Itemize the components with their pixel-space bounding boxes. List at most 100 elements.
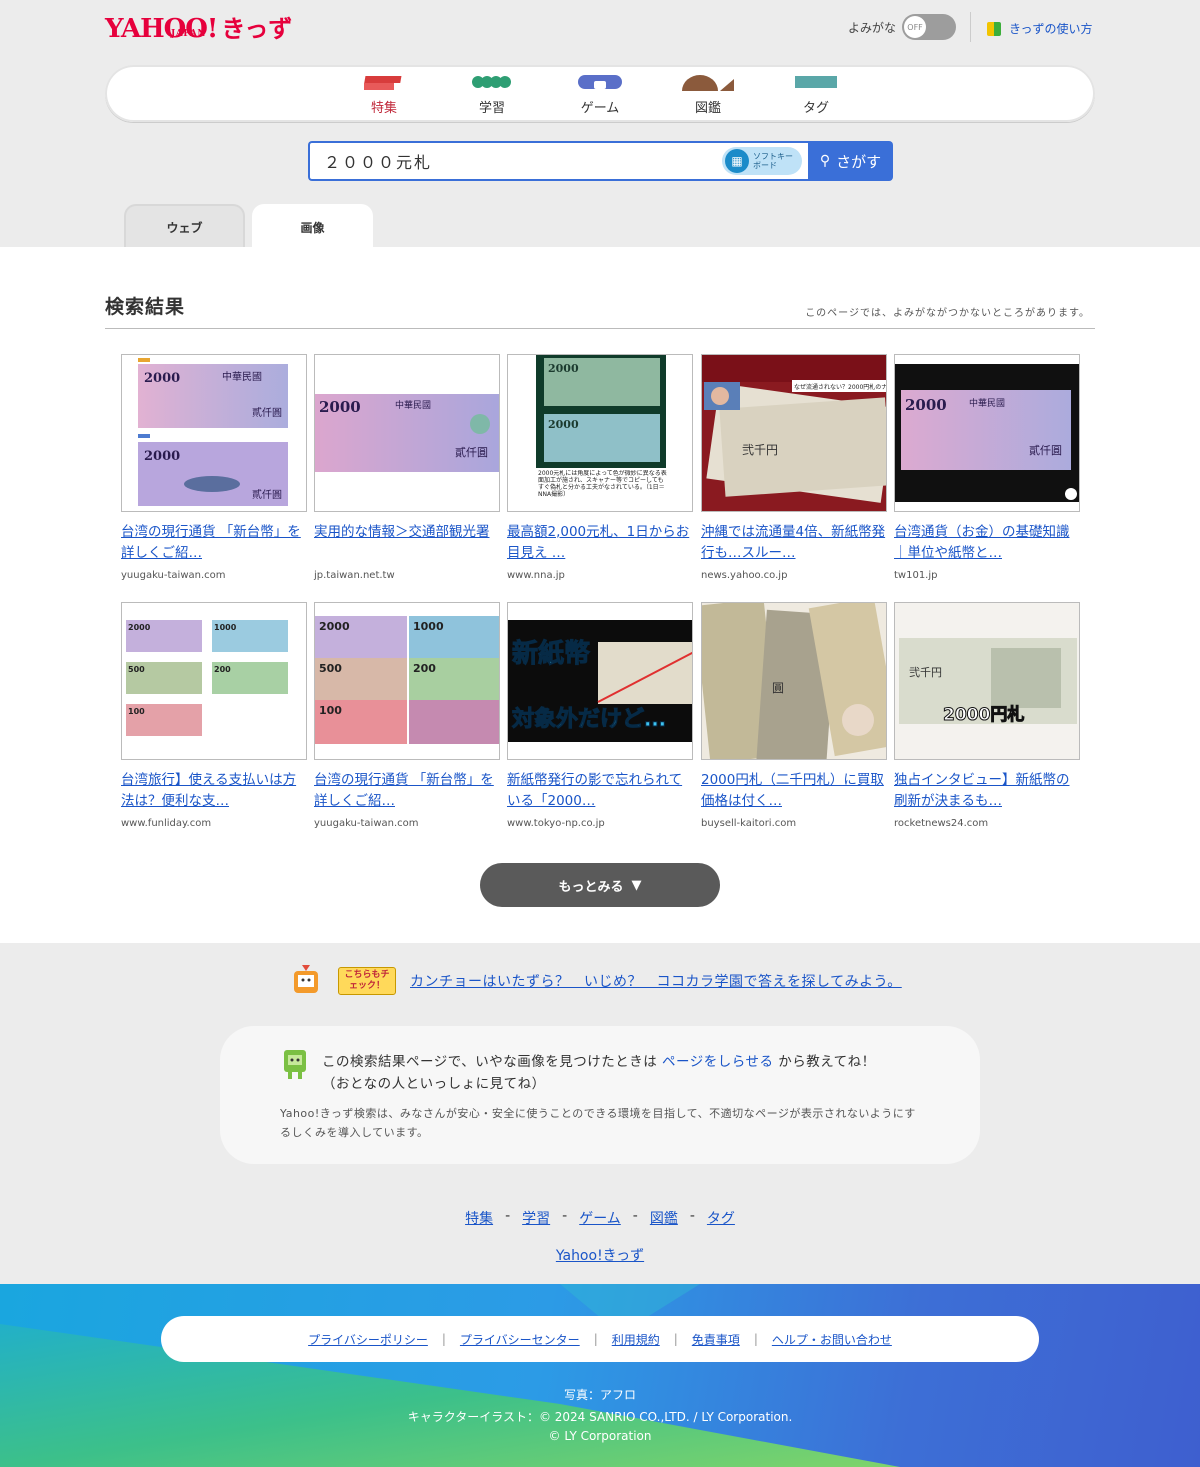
result-thumbnail[interactable]: 新紙幣 対象外だけど… <box>507 602 693 760</box>
search-icon: ⚲ <box>819 153 831 169</box>
results-yomigana-note: このページでは、よみがながつかないところがあります。 <box>805 308 1090 319</box>
result-title-link[interactable]: 沖縄では流通量4倍、新紙幣発行も…スルー… <box>701 522 887 564</box>
footer-separator: - <box>562 1208 568 1224</box>
disclaimer-link[interactable]: 免責事項 <box>692 1331 740 1348</box>
footer-link-game[interactable]: ゲーム <box>579 1208 621 1228</box>
report-page-link[interactable]: ページをしらせる <box>662 1054 773 1070</box>
header-divider <box>970 12 971 42</box>
footer-link-gakushu[interactable]: 学習 <box>522 1208 550 1228</box>
howto-link[interactable]: きっずの使い方 <box>1009 20 1093 37</box>
result-title-link[interactable]: 台湾通貨（お金）の基礎知識｜単位や紙幣と… <box>894 522 1080 564</box>
svg-text:2000: 2000 <box>319 620 350 633</box>
gakushu-icon <box>472 76 511 88</box>
svg-text:貳仟圓: 貳仟圓 <box>455 445 488 459</box>
result-title-link[interactable]: 新紙幣発行の影で忘れられている「2000… <box>507 770 693 812</box>
nav-item-tag[interactable]: タグ <box>776 73 856 116</box>
footer-brand-link[interactable]: Yahoo!きっず <box>556 1248 644 1264</box>
image-result: 2000 2000 2000元札には角度によって色が微妙に異なる表面加工が施され… <box>507 354 693 581</box>
privacy-center-link[interactable]: プライバシーセンター <box>460 1331 580 1348</box>
more-results-button[interactable]: もっとみる ▼ <box>480 863 720 907</box>
search-button-label: さがす <box>836 152 882 171</box>
result-thumbnail[interactable]: 2000 1000 500 200 100 <box>121 602 307 760</box>
legal-separator: | <box>673 1332 678 1346</box>
nav-item-zukan[interactable]: 図鑑 <box>668 73 748 116</box>
thumb-caption: 2000元札には角度によって色が微妙に異なる表面加工が施され、スキャナー等でコピ… <box>538 470 667 498</box>
result-title-link[interactable]: 2000円札（二千円札）に買取価格は付く… <box>701 770 887 812</box>
result-site: yuugaku-taiwan.com <box>314 818 419 829</box>
nav-label: 学習 <box>478 101 505 116</box>
footer-link-tokushu[interactable]: 特集 <box>465 1208 493 1228</box>
tag-icon <box>795 76 837 88</box>
yomigana-toggle[interactable]: OFF <box>902 14 957 40</box>
result-thumbnail[interactable]: 2000 中華民國 貳仟圓 <box>314 354 500 512</box>
image-result: 2000 中華民國 貳仟圓 実用的な情報＞交通部観光署 jp.taiwan.ne… <box>314 354 500 581</box>
image-result: 弐千円 2000円札 独占インタビュー】新紙幣の刷新が決まるも… rocketn… <box>894 602 1080 829</box>
soft-keyboard-button[interactable]: ▦ ソフトキーボード <box>722 147 802 175</box>
result-title-link[interactable]: 台湾の現行通貨 「新台幣」を詳しくご紹… <box>314 770 500 812</box>
banknote-thumbnail-image: 2000 2000 中華民國 貳仟圓 貳仟圓 <box>122 355 306 511</box>
soft-keyboard-label: ソフトキーボード <box>753 152 793 170</box>
results-heading: 検索結果 <box>105 296 186 318</box>
svg-text:貳仟圓: 貳仟圓 <box>1029 443 1062 457</box>
yahoo-kids-logo[interactable]: YAHOO! JAPAN きっず <box>105 10 292 42</box>
logo-kids-text: きっず <box>221 15 293 43</box>
search-box: ▦ ソフトキーボード <box>308 141 808 181</box>
report-character-icon <box>284 1050 306 1079</box>
result-title-link[interactable]: 実用的な情報＞交通部観光署 <box>314 522 500 564</box>
help-contact-link[interactable]: ヘルプ・お問い合わせ <box>772 1331 892 1348</box>
result-title-link[interactable]: 最高額2,000元札、1日からお目見え … <box>507 522 693 564</box>
report-message: この検索結果ページで、いやな画像を見つけたときは ページをしらせる から教えてね… <box>322 1050 876 1070</box>
result-site: buysell-kaitori.com <box>701 818 797 829</box>
report-box: この検索結果ページで、いやな画像を見つけたときは ページをしらせる から教えてね… <box>220 1026 980 1164</box>
bottom-footer: プライバシーポリシー | プライバシーセンター | 利用規約 | 免責事項 | … <box>0 1284 1200 1467</box>
svg-text:200: 200 <box>214 665 231 674</box>
svg-text:2000: 2000 <box>128 623 151 632</box>
credit-photo: 写真：アフロ <box>563 1388 636 1402</box>
svg-text:500: 500 <box>128 665 145 674</box>
search-input[interactable] <box>324 151 704 171</box>
result-site: www.tokyo-np.co.jp <box>507 818 605 829</box>
svg-text:1000: 1000 <box>214 623 237 632</box>
kokokara-link[interactable]: カンチョーはいたずら？ いじめ？ ココカラ学園で答えを探してみよう。 <box>410 971 902 991</box>
result-title-link[interactable]: 台湾の現行通貨 「新台幣」を詳しくご紹… <box>121 522 307 564</box>
safety-note: Yahoo!きっず検索は、みなさんが安心・安全に使うことのできる環境を目指して、… <box>280 1107 916 1139</box>
thumb-overlay-top: 新紙幣 <box>512 638 590 669</box>
result-thumbnail[interactable]: 2000 2000 中華民國 貳仟圓 貳仟圓 <box>121 354 307 512</box>
result-title-link[interactable]: 独占インタビュー】新紙幣の刷新が決まるも… <box>894 770 1080 812</box>
nav-label: 特集 <box>370 101 397 116</box>
svg-text:中華民國: 中華民國 <box>222 370 262 383</box>
result-thumbnail[interactable]: 弐千円 2000円札 <box>894 602 1080 760</box>
tab-image[interactable]: 画像 <box>252 204 373 248</box>
image-result: 2000 2000 中華民國 貳仟圓 貳仟圓 台湾の現行通貨 「新台幣」を詳しく… <box>121 354 307 581</box>
credit-illustration: キャラクターイラスト：© 2024 SANRIO CO.,LTD. / LY C… <box>407 1410 793 1424</box>
keyboard-icon: ▦ <box>725 149 749 173</box>
yomigana-toggle-state: OFF <box>904 16 927 38</box>
result-site: www.nna.jp <box>507 570 565 581</box>
nav-item-gakushu[interactable]: 学習 <box>452 73 532 116</box>
result-thumbnail[interactable]: 圓 <box>701 602 887 760</box>
footer-link-zukan[interactable]: 図鑑 <box>650 1208 678 1228</box>
result-thumbnail[interactable]: 2000 中華民國 貳仟圓 <box>894 354 1080 512</box>
yomigana-toggle-group: よみがな OFF <box>848 14 957 40</box>
thumb-overlay-bottom: 対象外だけど… <box>512 706 666 732</box>
svg-text:1000: 1000 <box>413 620 444 633</box>
result-thumbnail[interactable]: 2000 1000 500 200 100 <box>314 602 500 760</box>
result-thumbnail[interactable]: 2000 2000 2000元札には角度によって色が微妙に異なる表面加工が施され… <box>507 354 693 512</box>
old-banknote-photo: 圓 <box>702 603 886 759</box>
search-button[interactable]: ⚲ さがす <box>808 141 893 181</box>
tab-web[interactable]: ウェブ <box>124 204 245 248</box>
nav-label: タグ <box>802 101 829 116</box>
kokokara-promo: こちらもチェック！ カンチョーはいたずら？ いじめ？ ココカラ学園で答えを探して… <box>288 963 902 999</box>
result-thumbnail[interactable]: なぜ流通されない？2000円札のナゾ 弐千円 <box>701 354 887 512</box>
nav-item-game[interactable]: ゲーム <box>560 73 640 116</box>
privacy-policy-link[interactable]: プライバシーポリシー <box>308 1331 428 1348</box>
footer-link-tag[interactable]: タグ <box>707 1208 735 1228</box>
footer-separator: - <box>505 1208 511 1224</box>
terms-link[interactable]: 利用規約 <box>612 1331 660 1348</box>
thumb-note: 弐千円 <box>742 443 778 457</box>
svg-text:2000: 2000 <box>905 396 947 414</box>
thumb-caption: なぜ流通されない？2000円札のナゾ <box>794 383 886 391</box>
result-title-link[interactable]: 台湾旅行】使える支払いは方法は？便利な支… <box>121 770 307 812</box>
nav-item-tokushu[interactable]: 特集 <box>344 73 424 116</box>
logo-japan-text: JAPAN <box>171 29 207 39</box>
